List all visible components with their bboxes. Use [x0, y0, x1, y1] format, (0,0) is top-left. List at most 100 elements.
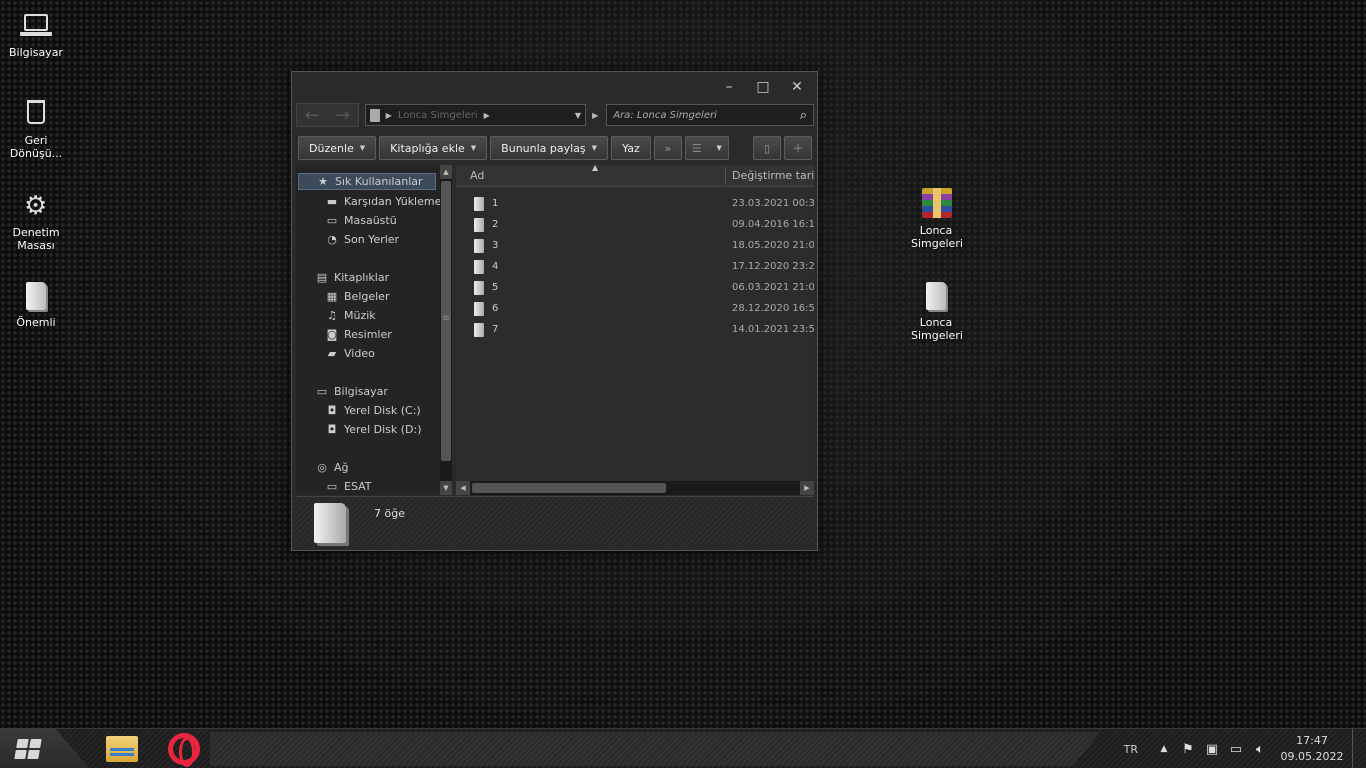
nav-item-video[interactable]: ▰ Video — [326, 345, 375, 362]
folder-icon — [474, 238, 484, 253]
details-pane: 7 öğe — [296, 496, 814, 547]
share-with-button[interactable]: Bununla paylaş ▼ — [490, 136, 609, 160]
share-label: Bununla paylaş — [501, 141, 586, 155]
taskbar-app-explorer[interactable] — [100, 731, 144, 767]
nav-item-recent[interactable]: ◔ Son Yerler — [326, 231, 399, 248]
file-name: 4 — [492, 261, 499, 272]
nav-item-pictures[interactable]: ◙ Resimler — [326, 326, 392, 343]
back-forward-buttons: ← → — [296, 103, 359, 127]
nav-item-downloads[interactable]: ▬ Karşıdan Yüklemeler — [326, 193, 452, 210]
address-path[interactable]: Lonca Simgeleri — [398, 110, 478, 121]
desktop-icon-control-panel[interactable]: ⚙ Denetim Masası — [0, 190, 72, 252]
change-view-button[interactable]: ☰ ▼ — [684, 136, 729, 160]
folder-icon — [20, 280, 52, 312]
folder-icon — [314, 503, 346, 543]
file-row[interactable]: 2 09.04.2016 16:10 — [456, 214, 814, 235]
search-input[interactable]: Ara: Lonca Simgeleri ⌕ — [606, 104, 814, 126]
clock[interactable]: 17:47 09.05.2022 — [1272, 733, 1352, 765]
explorer-window: – □ ✕ ← → ▶ Lonca Simgeleri ▶ ▼ ▶ Ara: L… — [291, 71, 818, 551]
start-button[interactable] — [0, 729, 90, 768]
add-to-library-button[interactable]: Kitaplığa ekle ▼ — [379, 136, 488, 160]
add-library-label: Kitaplığa ekle — [390, 141, 465, 155]
scroll-down-icon[interactable]: ▼ — [440, 481, 452, 495]
chevron-down-icon: ▼ — [591, 144, 598, 152]
safely-remove-hardware-icon[interactable]: ▣ — [1200, 742, 1224, 757]
winrar-archive-icon — [920, 188, 952, 220]
close-button[interactable]: ✕ — [785, 78, 809, 96]
column-header-modified[interactable]: Değiştirme tarihi — [732, 169, 814, 182]
camera-icon: ◙ — [326, 328, 338, 341]
organize-button[interactable]: Düzenle ▼ — [298, 136, 377, 160]
chevron-right-icon[interactable]: ▶ — [386, 111, 392, 120]
desktop-icon-onemli[interactable]: Önemli — [0, 280, 72, 329]
network-icon: ◎ — [317, 461, 327, 474]
nav-label: Sık Kullanılanlar — [335, 175, 423, 188]
search-placeholder: Ara: Lonca Simgeleri — [613, 109, 717, 121]
window-controls: – □ ✕ — [717, 78, 809, 96]
show-desktop-button[interactable] — [1352, 729, 1366, 768]
nav-item-disk-d[interactable]: ◘ Yerel Disk (D:) — [326, 421, 422, 438]
nav-item-disk-c[interactable]: ◘ Yerel Disk (C:) — [326, 402, 421, 419]
file-row[interactable]: 3 18.05.2020 21:07 — [456, 235, 814, 256]
scroll-up-icon[interactable]: ▲ — [440, 165, 452, 179]
file-date: 09.04.2016 16:10 — [732, 219, 814, 230]
maximize-button[interactable]: □ — [751, 78, 775, 96]
action-center-flag-icon[interactable]: ⚑ — [1176, 742, 1200, 757]
recycle-bin-icon — [20, 98, 52, 130]
forward-arrow-icon[interactable]: → — [335, 105, 350, 126]
nav-label: ESAT — [344, 480, 372, 493]
scroll-right-icon[interactable]: ▶ — [800, 481, 814, 495]
more-commands-button[interactable]: » — [653, 136, 682, 160]
preview-pane-button[interactable]: ▯ — [753, 136, 781, 160]
minimize-button[interactable]: – — [717, 78, 741, 96]
go-arrow-icon[interactable]: ▶ — [592, 111, 598, 120]
show-hidden-icons-icon[interactable]: ▲ — [1152, 744, 1176, 754]
nav-item-computer[interactable]: ▭ Bilgisayar — [316, 383, 388, 400]
chevron-down-icon[interactable]: ▼ — [575, 111, 581, 120]
desktop-icon-computer[interactable]: Bilgisayar — [0, 10, 72, 59]
file-row[interactable]: 6 28.12.2020 16:51 — [456, 298, 814, 319]
file-date: 17.12.2020 23:27 — [732, 261, 814, 272]
file-row[interactable]: 4 17.12.2020 23:27 — [456, 256, 814, 277]
desktop-icon-lonca-folder[interactable]: Lonca Simgeleri — [900, 280, 972, 342]
nav-item-documents[interactable]: ▦ Belgeler — [326, 288, 390, 305]
search-icon[interactable]: ⌕ — [800, 108, 807, 123]
scroll-thumb[interactable] — [472, 483, 666, 493]
nav-item-desktop[interactable]: ▭ Masaüstü — [326, 212, 397, 229]
clock-icon: ◔ — [327, 233, 337, 246]
network-icon[interactable]: ▭ — [1224, 742, 1248, 757]
view-list-icon: ☰ — [691, 141, 702, 155]
nav-item-music[interactable]: ♫ Müzik — [326, 307, 376, 324]
taskbar-app-opera[interactable] — [162, 731, 206, 767]
language-indicator[interactable]: TR — [1124, 743, 1138, 756]
scroll-left-icon[interactable]: ◀ — [456, 481, 470, 495]
desktop-icon-lonca-archive[interactable]: Lonca Simgeleri — [900, 188, 972, 250]
opera-browser-icon — [168, 733, 200, 767]
computer-icon: ▭ — [326, 480, 338, 493]
file-date: 14.01.2021 23:59 — [732, 324, 814, 335]
nav-label: Bilgisayar — [334, 385, 388, 398]
column-header-name[interactable]: Ad — [470, 169, 484, 182]
chevron-right-icon[interactable]: ▶ — [484, 111, 490, 120]
help-button[interactable]: ＋ — [784, 136, 812, 160]
desktop-icon-recycle-bin[interactable]: Geri Dönüşü... — [0, 98, 72, 160]
organize-label: Düzenle — [309, 141, 354, 155]
burn-button[interactable]: Yaz — [611, 136, 651, 160]
file-row[interactable]: 7 14.01.2021 23:59 — [456, 319, 814, 340]
folder-icon — [474, 322, 484, 337]
column-divider[interactable] — [725, 167, 726, 185]
nav-item-esat[interactable]: ▭ ESAT — [326, 478, 372, 495]
nav-pane-scrollbar[interactable]: ▲ ▼ — [440, 165, 452, 495]
address-bar[interactable]: ▶ Lonca Simgeleri ▶ ▼ — [364, 104, 587, 126]
volume-icon[interactable]: 🔈︎ — [1248, 742, 1272, 757]
back-arrow-icon[interactable]: ← — [305, 105, 320, 126]
scroll-thumb[interactable] — [441, 181, 451, 461]
nav-item-libraries[interactable]: ▤ Kitaplıklar — [316, 269, 389, 286]
file-row[interactable]: 1 23.03.2021 00:34 — [456, 193, 814, 214]
file-row[interactable]: 5 06.03.2021 21:08 — [456, 277, 814, 298]
nav-item-favorites[interactable]: ★ Sık Kullanılanlar — [298, 173, 436, 190]
nav-item-network[interactable]: ◎ Ağ — [316, 459, 348, 476]
nav-label: Video — [344, 347, 375, 360]
file-list-horizontal-scrollbar[interactable]: ◀ ▶ — [456, 481, 814, 495]
system-tray: TR ▲ ⚑ ▣ ▭ 🔈︎ 17:47 09.05.2022 — [1124, 729, 1366, 768]
